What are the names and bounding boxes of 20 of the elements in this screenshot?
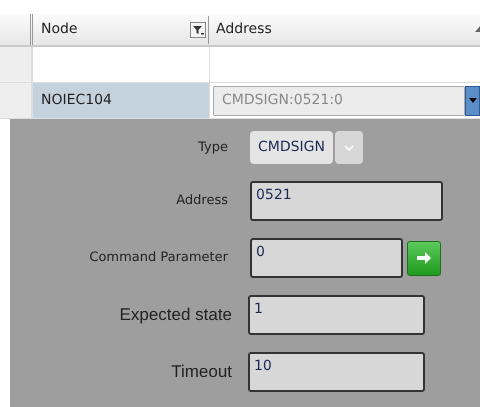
field-label: Expected state [118, 304, 233, 326]
column-header[interactable]: Node [41, 19, 78, 40]
sort-icon [475, 26, 480, 32]
input-field[interactable]: 1 [248, 295, 425, 335]
caret-icon [468, 98, 476, 103]
chevron-icon [344, 144, 354, 150]
dropdown-button[interactable] [465, 86, 480, 116]
table-cell: NOIEC104 [33, 83, 210, 118]
field-label: Type [197, 138, 229, 157]
input-field[interactable]: 0 [250, 238, 403, 278]
type-dropdown[interactable]: CMDSIGN [250, 131, 333, 164]
filter-icon[interactable] [190, 22, 206, 38]
field-label: Command Parameter [88, 249, 229, 268]
field-label: Timeout [170, 361, 233, 384]
arrow-right-icon [416, 251, 432, 265]
column-header[interactable]: Address [216, 21, 272, 37]
input-field[interactable]: 10 [248, 352, 425, 392]
input-field[interactable]: 0521 [250, 181, 443, 221]
field-label: Address [175, 192, 229, 210]
go-button[interactable] [407, 240, 441, 276]
